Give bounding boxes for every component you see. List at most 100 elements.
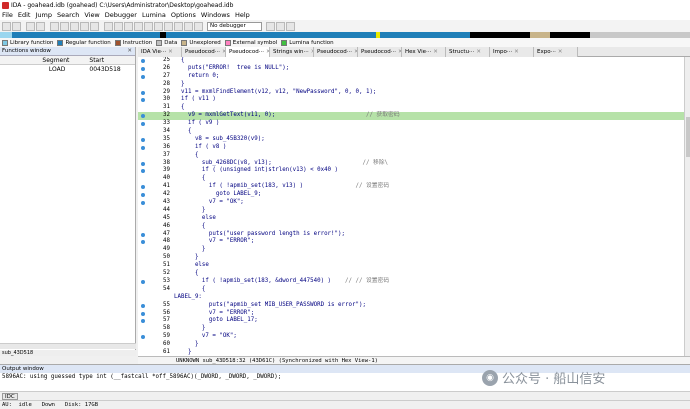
code-gutter[interactable] [138, 152, 158, 160]
code-gutter[interactable] [138, 262, 158, 270]
code-gutter[interactable] [138, 73, 158, 81]
play-icon[interactable] [266, 21, 275, 31]
menu-options[interactable]: Options [171, 11, 196, 19]
tab-exports[interactable]: Expo··· ✕ [534, 47, 578, 57]
line-marker-icon[interactable] [141, 303, 145, 308]
tab-imports[interactable]: Impo··· ✕ [490, 47, 534, 57]
code-gutter[interactable] [138, 270, 158, 278]
menu-debugger[interactable]: Debugger [105, 11, 137, 19]
tab-structures[interactable]: Structu··· ✕ [446, 47, 490, 57]
code-line[interactable]: 35 v8 = sub_45B320(v9); [138, 136, 684, 144]
code-gutter[interactable] [138, 286, 158, 294]
code-gutter[interactable] [138, 120, 158, 128]
code-gutter[interactable] [138, 294, 158, 302]
code-line[interactable]: 38 sub_4268DC(v8, v13); // 移除\ [138, 160, 684, 168]
tab-ida-view[interactable]: IDA Vie··· ✕ [138, 47, 182, 57]
line-marker-icon[interactable] [141, 201, 145, 206]
code-line[interactable]: 27 return 0; [138, 73, 684, 81]
code-line[interactable]: 53 if ( !apmib_set(183, &dword_447540) )… [138, 278, 684, 286]
pseudocode-scrollbar[interactable] [684, 57, 690, 356]
line-marker-icon[interactable] [141, 74, 145, 79]
code-line[interactable]: 52 { [138, 270, 684, 278]
code-gutter[interactable] [138, 254, 158, 262]
names-icon[interactable] [134, 21, 143, 31]
code-gutter[interactable] [138, 341, 158, 349]
code-line[interactable]: 46 { [138, 223, 684, 231]
code-gutter[interactable] [138, 317, 158, 325]
code-line[interactable]: 33 if ( v9 ) [138, 120, 684, 128]
code-gutter[interactable] [138, 144, 158, 152]
code-gutter[interactable] [138, 215, 158, 223]
pseudocode-icon[interactable] [194, 21, 203, 31]
text-icon[interactable] [70, 21, 79, 31]
code-gutter[interactable] [138, 89, 158, 97]
code-gutter[interactable] [138, 246, 158, 254]
data-icon[interactable] [60, 21, 69, 31]
code-line[interactable]: 37 { [138, 152, 684, 160]
tab-pseudocode-active[interactable]: Pseudocod···✕ [226, 47, 270, 57]
tab-pseudocode-4[interactable]: Pseudocod···✕ [358, 47, 402, 57]
code-line[interactable]: 48 v7 = "ERROR"; [138, 238, 684, 246]
code-gutter[interactable] [138, 112, 158, 120]
code-line[interactable]: 54 { [138, 286, 684, 294]
structs-icon[interactable] [164, 21, 173, 31]
open-icon[interactable] [2, 21, 11, 31]
undefine-icon[interactable] [80, 21, 89, 31]
strings-icon[interactable] [124, 21, 133, 31]
code-line[interactable]: 36 if ( v8 ) [138, 144, 684, 152]
function-icon[interactable] [90, 21, 99, 31]
line-marker-icon[interactable] [141, 98, 145, 103]
code-gutter[interactable] [138, 302, 158, 310]
line-marker-icon[interactable] [141, 169, 145, 174]
code-line[interactable]: 41 if ( !apmib_set(183, v13) ) // 设置密码 [138, 183, 684, 191]
line-marker-icon[interactable] [141, 66, 145, 71]
code-line[interactable]: 60 } [138, 341, 684, 349]
segments-icon[interactable] [154, 21, 163, 31]
code-line[interactable]: 34 { [138, 128, 684, 136]
code-line[interactable]: 43 v7 = "OK"; [138, 199, 684, 207]
enums-icon[interactable] [174, 21, 183, 31]
code-gutter[interactable] [138, 223, 158, 231]
forward-icon[interactable] [36, 21, 45, 31]
code-line[interactable]: 26 puts("ERROR! tree is NULL"); [138, 65, 684, 73]
code-gutter[interactable] [138, 199, 158, 207]
line-marker-icon[interactable] [141, 185, 145, 190]
pseudocode-view[interactable]: 25 {26 puts("ERROR! tree is NULL"); 27 re… [138, 57, 684, 356]
stop-icon[interactable] [286, 21, 295, 31]
column-segment[interactable]: Segment [0, 56, 79, 64]
menu-edit[interactable]: Edit [18, 11, 31, 19]
line-marker-icon[interactable] [141, 193, 145, 198]
code-icon[interactable] [50, 21, 59, 31]
line-marker-icon[interactable] [141, 311, 145, 316]
tab-strings-window[interactable]: Strings win···✕ [270, 47, 314, 57]
line-marker-icon[interactable] [141, 161, 145, 166]
graph-icon[interactable] [104, 21, 113, 31]
code-gutter[interactable] [138, 310, 158, 318]
line-marker-icon[interactable] [141, 90, 145, 95]
line-marker-icon[interactable] [141, 335, 145, 340]
code-gutter[interactable] [138, 191, 158, 199]
code-line[interactable]: 39 if ( (unsigned int)strlen(v13) < 0x40… [138, 167, 684, 175]
debugger-select[interactable]: No debugger [207, 21, 262, 31]
line-marker-icon[interactable] [141, 122, 145, 127]
code-gutter[interactable] [138, 183, 158, 191]
idc-button[interactable]: IDC [2, 392, 18, 400]
code-line[interactable]: 47 puts("user password length is error!"… [138, 231, 684, 239]
code-line[interactable]: 50 } [138, 254, 684, 262]
code-gutter[interactable] [138, 231, 158, 239]
code-line[interactable]: 30 if ( v11 ) [138, 96, 684, 104]
code-line[interactable]: 25 { [138, 57, 684, 65]
code-line[interactable]: 45 else [138, 215, 684, 223]
code-line[interactable]: 55 puts("apmib_set MIB_USER_PASSWORD is … [138, 302, 684, 310]
code-gutter[interactable] [138, 207, 158, 215]
search-icon[interactable] [184, 21, 193, 31]
tab-hex-view[interactable]: Hex Vie··· ✕ [402, 47, 446, 57]
line-marker-icon[interactable] [141, 137, 145, 142]
code-line[interactable]: 61 } [138, 349, 684, 356]
menu-windows[interactable]: Windows [201, 11, 230, 19]
close-icon[interactable]: ✕ [127, 47, 135, 55]
code-gutter[interactable] [138, 333, 158, 341]
code-gutter[interactable] [138, 57, 158, 65]
scrollbar-thumb[interactable] [686, 117, 690, 157]
xrefs-icon[interactable] [144, 21, 153, 31]
